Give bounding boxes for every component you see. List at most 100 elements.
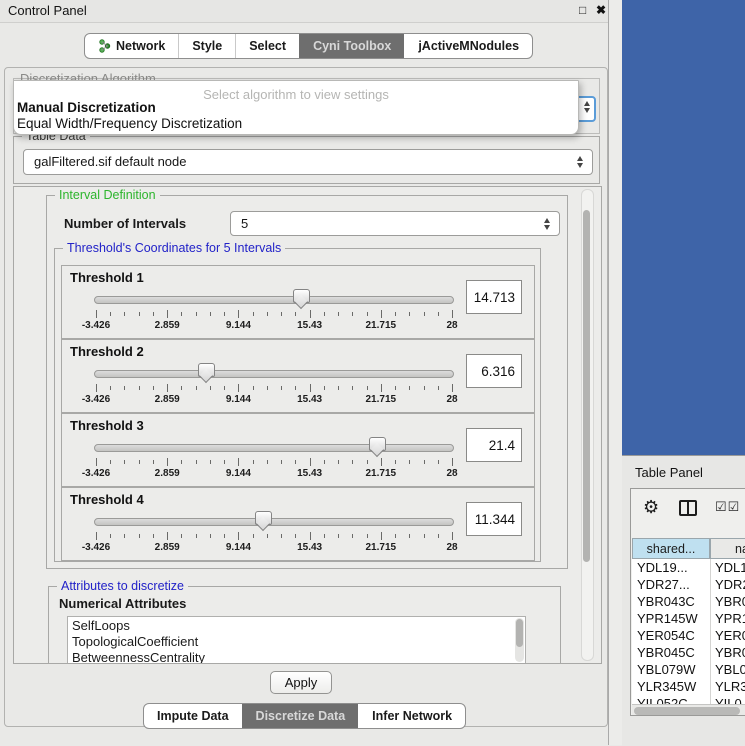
slider-track[interactable] — [94, 518, 454, 526]
gear-icon[interactable]: ⚙ — [643, 497, 659, 518]
slider-tick — [210, 386, 211, 390]
algorithm-option-equal-width[interactable]: Equal Width/Frequency Discretization — [17, 116, 242, 131]
list-scrollbar[interactable] — [515, 618, 524, 662]
slider-track[interactable] — [94, 444, 454, 452]
attribute-list-item[interactable]: BetweennessCentrality — [68, 649, 525, 664]
top-tab-bar: Network Style SelectCyni ToolboxjActiveMNo… — [84, 33, 533, 59]
slider-thumb[interactable] — [255, 511, 272, 525]
slider-thumb[interactable] — [293, 289, 310, 303]
slider-tick — [295, 386, 296, 390]
table-row[interactable]: YBR043CYBR0 — [632, 593, 745, 610]
numerical-attributes-list[interactable]: SelfLoopsTopologicalCoefficientBetweenne… — [67, 616, 526, 664]
settings-scroll-area: Interval Definition Number of Intervals … — [13, 186, 602, 664]
settings-scrollbar[interactable] — [581, 189, 594, 661]
table-row[interactable]: YBR045CYBR0 — [632, 644, 745, 661]
apply-button[interactable]: Apply — [270, 671, 332, 694]
attribute-list-item[interactable]: TopologicalCoefficient — [68, 633, 525, 649]
settings-scrollbar-thumb[interactable] — [583, 210, 590, 562]
tab-impute-data[interactable]: Impute Data — [144, 704, 242, 728]
slider-tick — [409, 534, 410, 538]
tab-label: Impute Data — [157, 709, 229, 723]
threshold-label: Threshold 2 — [70, 344, 144, 359]
slider-tick — [238, 458, 239, 466]
table-hscrollbar-thumb[interactable] — [634, 707, 740, 715]
close-panel-icon[interactable]: ✖ — [596, 3, 606, 17]
slider-tick — [409, 386, 410, 390]
slider-track[interactable] — [94, 370, 454, 378]
table-row[interactable]: YIL052CYIL0 — [632, 695, 745, 704]
slider-tick-label: 2.859 — [155, 542, 180, 553]
tab-discretize-data[interactable]: Discretize Data — [242, 704, 359, 728]
table-horizontal-scrollbar[interactable] — [632, 704, 745, 716]
tab-network[interactable]: Network — [85, 34, 178, 58]
slider-tick — [310, 532, 311, 540]
interval-definition-label: Interval Definition — [55, 188, 160, 202]
cell-shared-name: YDL19... — [637, 559, 688, 576]
network-icon — [98, 39, 111, 53]
algorithm-option-manual[interactable]: Manual Discretization — [17, 100, 156, 115]
slider-thumb[interactable] — [198, 363, 215, 377]
slider-tick — [338, 534, 339, 538]
slider-tick — [181, 460, 182, 464]
threshold-value-field[interactable] — [466, 502, 522, 536]
thresholds-group: Threshold's Coordinates for 5 Intervals … — [54, 248, 541, 562]
tab-style[interactable]: Style — [178, 34, 235, 58]
numerical-attributes-label: Numerical Attributes — [59, 596, 186, 611]
table-data-select[interactable]: galFiltered.sif default node — [23, 149, 593, 175]
slider-tick-label: 15.43 — [297, 542, 322, 553]
attribute-list-item[interactable]: SelfLoops — [68, 617, 525, 633]
slider-tick — [210, 534, 211, 538]
slider-tick — [267, 312, 268, 316]
table-row[interactable]: YBL079WYBL0 — [632, 661, 745, 678]
slider-tick — [167, 310, 168, 318]
slider-thumb[interactable] — [369, 437, 386, 451]
list-scrollbar-thumb[interactable] — [516, 619, 523, 647]
slider-tick — [281, 460, 282, 464]
tab-cyni-toolbox[interactable]: Cyni Toolbox — [299, 34, 404, 58]
slider-tick — [352, 386, 353, 390]
tab-label: Style — [192, 39, 222, 53]
slider-tick — [238, 532, 239, 540]
slider-tick — [310, 458, 311, 466]
threshold-value-field[interactable] — [466, 354, 522, 388]
slider-tick — [139, 460, 140, 464]
slider-tick — [367, 312, 368, 316]
slider-tick — [210, 460, 211, 464]
number-of-intervals-value: 5 — [241, 216, 248, 231]
table-panel-box: ⚙ ☑☑ shared... na YDL19...YDL1YDR27...YD… — [630, 488, 745, 716]
slider-tick — [338, 460, 339, 464]
network-window-frame: GAL80GCGAL11GAL4GCY1HHAP2 — [622, 0, 745, 455]
slider-tick — [253, 534, 254, 538]
slider-tick — [139, 386, 140, 390]
table-row[interactable]: YLR345WYLR3 — [632, 678, 745, 695]
cell-shared-name: YER054C — [637, 627, 695, 644]
column-header-shared-name[interactable]: shared... — [632, 538, 710, 559]
slider-tick — [96, 532, 97, 540]
number-of-intervals-select[interactable]: 5 — [230, 211, 560, 236]
slider-tick — [310, 384, 311, 392]
slider-tick — [395, 312, 396, 316]
table-row[interactable]: YER054CYER0 — [632, 627, 745, 644]
tab-infer-network[interactable]: Infer Network — [358, 704, 465, 728]
column-header-name[interactable]: na — [710, 538, 745, 559]
slider-tick — [338, 312, 339, 316]
slider-tick-label: 2.859 — [155, 468, 180, 479]
slider-tick-label: -3.426 — [82, 394, 110, 405]
tab-jactivemnodules[interactable]: jActiveMNodules — [404, 34, 532, 58]
slider-track[interactable] — [94, 296, 454, 304]
slider-tick-label: 21.715 — [366, 394, 397, 405]
slider-tick-label: 28 — [446, 320, 457, 331]
checkboxes-icon[interactable]: ☑☑ — [715, 499, 740, 515]
slider-tick — [96, 310, 97, 318]
split-columns-icon[interactable] — [679, 500, 697, 516]
tab-select[interactable]: Select — [235, 34, 299, 58]
slider-tick — [295, 460, 296, 464]
threshold-value-field[interactable] — [466, 280, 522, 314]
threshold-value-field[interactable] — [466, 428, 522, 462]
slider-tick — [139, 534, 140, 538]
slider-tick — [210, 312, 211, 316]
table-row[interactable]: YDL19...YDL1 — [632, 559, 745, 576]
table-row[interactable]: YDR27...YDR2 — [632, 576, 745, 593]
float-window-icon[interactable]: □ — [579, 3, 586, 17]
table-row[interactable]: YPR145WYPR1 — [632, 610, 745, 627]
